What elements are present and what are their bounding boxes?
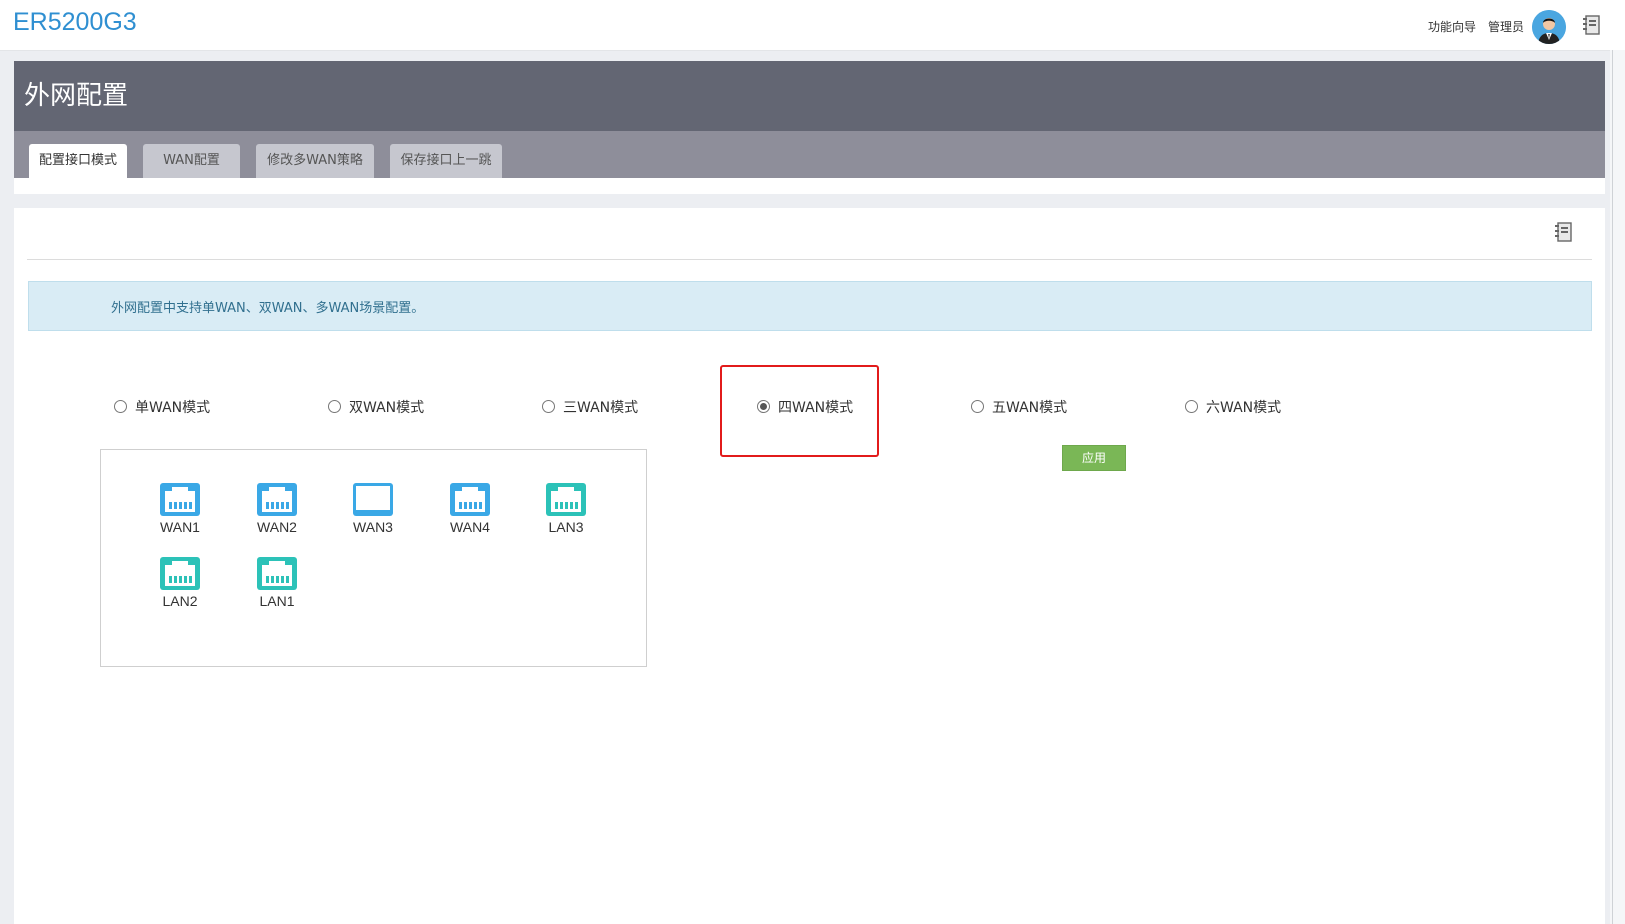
port-label: LAN3 xyxy=(548,519,584,535)
wizard-link[interactable]: 功能向导 xyxy=(1428,18,1476,35)
page-header: 外网配置 配置接口模式 WAN配置 修改多WAN策略 保存接口上一跳 xyxy=(14,61,1605,194)
info-text: 外网配置中支持单WAN、双WAN、多WAN场景配置。 xyxy=(111,301,425,316)
avatar[interactable] xyxy=(1532,10,1566,44)
port-lan2[interactable]: LAN2 xyxy=(145,556,215,609)
ethernet-port-icon xyxy=(546,483,586,516)
tab-multiwan-policy[interactable]: 修改多WAN策略 xyxy=(256,144,374,178)
notes-icon[interactable] xyxy=(1554,222,1572,246)
ethernet-port-disconnected-icon xyxy=(353,483,393,516)
port-label: WAN3 xyxy=(353,519,393,535)
port-wan4[interactable]: WAN4 xyxy=(435,482,505,535)
radio-single-wan[interactable]: 单WAN模式 xyxy=(114,397,210,417)
radio-button[interactable] xyxy=(328,400,341,413)
port-label: WAN4 xyxy=(450,519,490,535)
ethernet-port-icon xyxy=(450,483,490,516)
port-wan2[interactable]: WAN2 xyxy=(242,482,312,535)
tab-save-next-hop[interactable]: 保存接口上一跳 xyxy=(390,144,502,178)
ethernet-port-icon xyxy=(160,483,200,516)
radio-six-wan[interactable]: 六WAN模式 xyxy=(1185,397,1281,417)
apply-button[interactable]: 应用 xyxy=(1062,445,1126,471)
tab-wan-config[interactable]: WAN配置 xyxy=(143,144,240,178)
notes-icon[interactable] xyxy=(1582,15,1600,39)
info-alert: 外网配置中支持单WAN、双WAN、多WAN场景配置。 xyxy=(28,281,1592,331)
port-label: LAN2 xyxy=(162,593,198,609)
radio-button[interactable] xyxy=(1185,400,1198,413)
admin-user-link[interactable]: 管理员 xyxy=(1488,18,1524,35)
port-label: WAN1 xyxy=(160,519,200,535)
port-wan3[interactable]: WAN3 xyxy=(338,482,408,535)
radio-dual-wan[interactable]: 双WAN模式 xyxy=(328,397,424,417)
port-lan1[interactable]: LAN1 xyxy=(242,556,312,609)
radio-button[interactable] xyxy=(971,400,984,413)
scrollbar-track[interactable] xyxy=(1610,50,1625,924)
user-avatar-icon xyxy=(1532,10,1566,44)
port-wan1[interactable]: WAN1 xyxy=(145,482,215,535)
port-panel: WAN1 WAN2 WAN3 WAN4 LAN3 LAN2 LAN1 xyxy=(100,449,647,667)
radio-five-wan[interactable]: 五WAN模式 xyxy=(971,397,1067,417)
title-bar: 外网配置 xyxy=(14,61,1605,131)
page-title: 外网配置 xyxy=(24,81,129,111)
divider xyxy=(27,259,1592,260)
ethernet-port-icon xyxy=(257,483,297,516)
ethernet-port-icon xyxy=(257,557,297,590)
port-label: LAN1 xyxy=(259,593,295,609)
main-content: 外网配置中支持单WAN、双WAN、多WAN场景配置。 单WAN模式 双WAN模式… xyxy=(14,208,1605,924)
tab-interface-mode[interactable]: 配置接口模式 xyxy=(29,144,127,178)
radio-button[interactable] xyxy=(542,400,555,413)
radio-button[interactable] xyxy=(114,400,127,413)
port-label: WAN2 xyxy=(257,519,297,535)
radio-three-wan[interactable]: 三WAN模式 xyxy=(542,397,638,417)
ethernet-port-icon xyxy=(160,557,200,590)
brand-title: ER5200G3 xyxy=(13,8,137,36)
top-bar: ER5200G3 功能向导 管理员 xyxy=(0,0,1625,51)
highlight-annotation xyxy=(720,365,879,457)
port-lan3[interactable]: LAN3 xyxy=(531,482,601,535)
